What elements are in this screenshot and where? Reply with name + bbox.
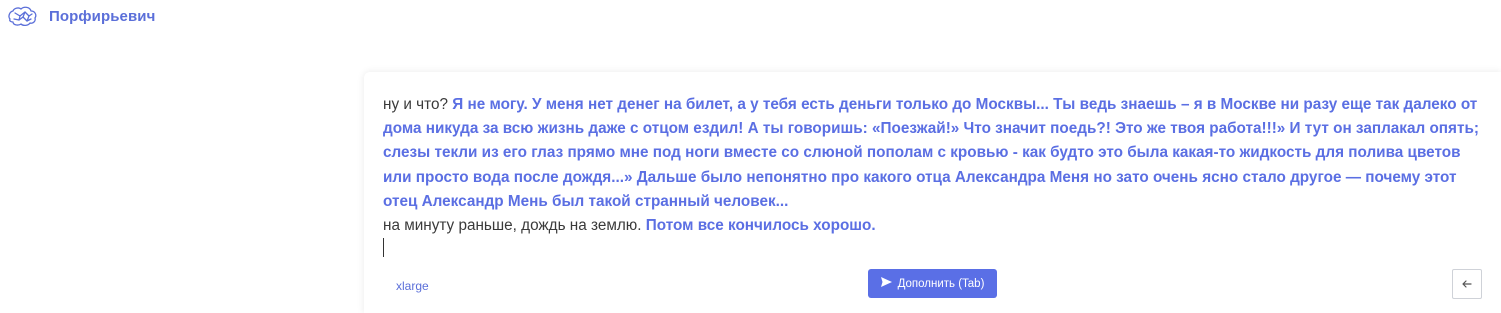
user-text: на минуту раньше, дождь на землю.: [383, 217, 646, 235]
generated-text: Потом все кончилось хорошо.: [645, 217, 876, 235]
complete-button[interactable]: Дополнить (Tab): [868, 269, 997, 298]
back-button[interactable]: [1452, 269, 1482, 299]
user-text: ну и что?: [383, 96, 453, 113]
paragraph: ну и что? Я не могу. У меня нет денег на…: [383, 93, 1483, 214]
editor-card: ну и что? Я не могу. У меня нет денег на…: [364, 72, 1501, 313]
header: Порфирьевич: [0, 0, 1501, 36]
arrow-left-icon: [1462, 277, 1472, 291]
text-caret: [383, 238, 384, 257]
complete-button-label: Дополнить (Tab): [897, 277, 985, 290]
model-size-label[interactable]: xlarge: [396, 279, 429, 293]
paragraph: на минуту раньше, дождь на землю. Потом …: [383, 214, 1483, 238]
app-title[interactable]: Порфирьевич: [49, 8, 155, 25]
send-icon: [880, 277, 892, 290]
brain-icon[interactable]: [6, 5, 38, 29]
text-editor[interactable]: ну и что? Я не могу. У меня нет денег на…: [383, 93, 1483, 238]
generated-text: Я не могу. У меня нет денег на билет, а …: [383, 96, 1479, 210]
